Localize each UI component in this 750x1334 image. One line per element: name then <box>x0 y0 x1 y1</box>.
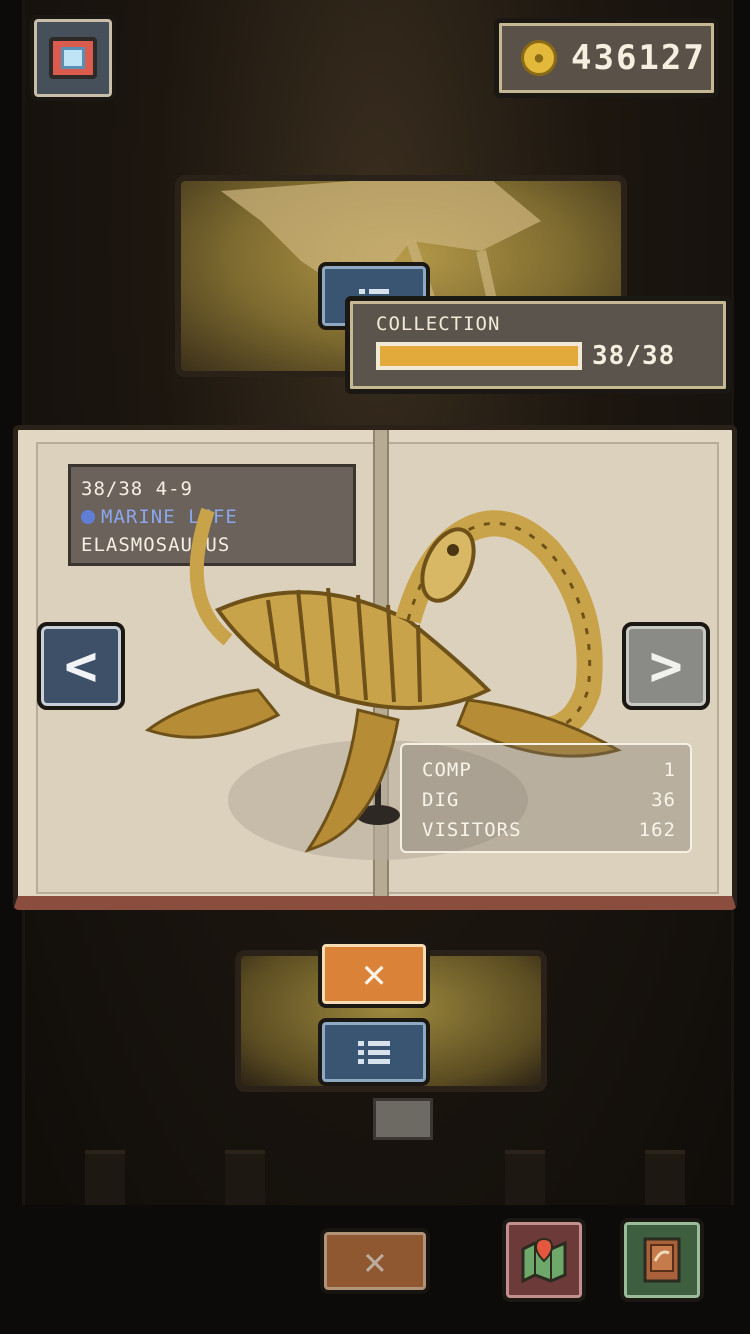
collection-progress-bar <box>376 342 582 370</box>
stat-label: VISITORS <box>422 819 522 841</box>
stat-value: 162 <box>638 819 676 841</box>
previous-fossil-button[interactable]: < <box>37 622 125 710</box>
collection-count: 38/38 <box>592 341 676 371</box>
fossil-stats-box: COMP 1 DIG 36 VISITORS 162 <box>400 743 692 853</box>
pillar <box>225 1150 265 1205</box>
next-fossil-button[interactable]: > <box>622 622 710 710</box>
book-icon <box>643 1237 681 1283</box>
close-icon: ✕ <box>361 951 387 997</box>
pillar <box>505 1150 545 1205</box>
exhibit-plaque <box>373 1098 433 1140</box>
pillar <box>645 1150 685 1205</box>
stat-row-comp: COMP 1 <box>422 755 676 785</box>
list-icon <box>358 1040 390 1064</box>
camera-lens <box>61 47 85 69</box>
close-button-bottom[interactable]: ✕ <box>320 1228 430 1294</box>
stat-label: COMP <box>422 759 472 781</box>
coin-counter: ● 436127 <box>494 18 719 98</box>
collection-progress-fill <box>380 346 578 366</box>
camera-button[interactable] <box>30 15 116 101</box>
category-dot-icon <box>81 510 95 524</box>
stat-value: 1 <box>663 759 676 781</box>
map-icon <box>521 1237 567 1284</box>
pillar <box>85 1150 125 1205</box>
stat-value: 36 <box>651 789 676 811</box>
coin-icon: ● <box>521 40 557 76</box>
chevron-right-icon: > <box>649 633 683 699</box>
map-button[interactable] <box>502 1218 586 1302</box>
close-book-button[interactable]: ✕ <box>318 940 430 1008</box>
stat-row-dig: DIG 36 <box>422 785 676 815</box>
list-button[interactable] <box>318 1018 430 1086</box>
coin-value: 436127 <box>571 38 706 78</box>
collection-label: COLLECTION <box>376 313 501 335</box>
close-icon: ✕ <box>363 1239 387 1283</box>
book-button[interactable] <box>620 1218 704 1302</box>
stat-row-visitors: VISITORS 162 <box>422 815 676 845</box>
camera-icon <box>49 37 97 79</box>
chevron-left-icon: < <box>64 633 98 699</box>
stat-label: DIG <box>422 789 460 811</box>
collection-panel: COLLECTION 38/38 <box>345 296 731 394</box>
